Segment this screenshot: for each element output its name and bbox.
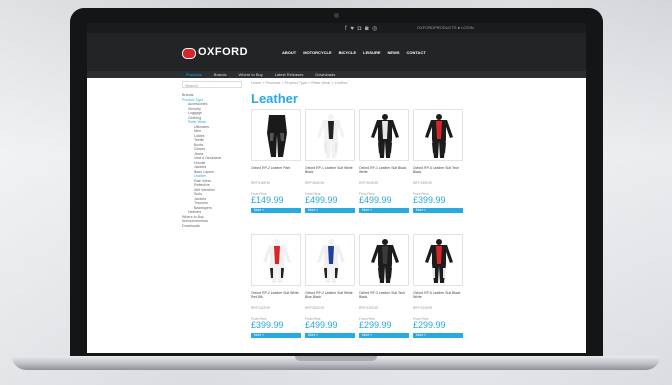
product-rrp: RRP £549.99: [305, 181, 325, 185]
product-rrp: RRP £429.99: [251, 306, 271, 310]
product-card[interactable]: Oxford RP-6 Leather Suit Black White RRP…: [413, 234, 463, 353]
breadcrumb[interactable]: Home > Products > Product Type > Rider W…: [251, 81, 581, 87]
product-card[interactable]: Oxford RP-6 Leather Suit Tech Black RRP …: [413, 109, 463, 235]
product-image[interactable]: [413, 109, 463, 161]
product-price: £399.99: [413, 195, 446, 205]
product-price: £499.99: [359, 195, 392, 205]
more-button[interactable]: More »: [251, 208, 301, 213]
nav-contact[interactable]: CONTACT: [407, 50, 426, 55]
product-name[interactable]: Oxford RP-6 Leather Suit Tech Black: [413, 166, 463, 174]
product-image[interactable]: [359, 234, 409, 286]
product-rrp: RRP £299.99: [359, 306, 379, 310]
brand-logo-text[interactable]: OXFORD: [198, 46, 248, 58]
oxford-logo-icon[interactable]: [182, 48, 196, 59]
subnav-products[interactable]: Products: [186, 72, 202, 77]
product-rrp: RRP £549.99: [305, 306, 325, 310]
nav-news[interactable]: NEWS: [388, 50, 400, 55]
product-price: £499.99: [305, 320, 338, 330]
page-title: Leather: [251, 91, 298, 106]
product-card[interactable]: Oxford RP-2 Leather Pant RRP £169.99 Fro…: [251, 109, 301, 235]
utility-links[interactable]: OXFORDPRODUCTS ● LOGIN: [417, 25, 474, 30]
product-card[interactable]: Oxford RP-1 Leather Suit White Black RRP…: [305, 109, 355, 235]
product-price: £299.99: [359, 320, 392, 330]
product-image[interactable]: [305, 234, 355, 286]
more-button[interactable]: More »: [359, 333, 409, 338]
subnav-downloads[interactable]: Downloads: [315, 72, 335, 77]
product-name[interactable]: Oxford RP-2 Leather Suit White Red Blk: [251, 291, 301, 299]
product-price: £399.99: [251, 320, 284, 330]
more-button[interactable]: More »: [413, 208, 463, 213]
product-rrp: RRP £399.99: [413, 181, 433, 185]
nav-leisure[interactable]: LEISURE: [363, 50, 380, 55]
main-navbar: OXFORD ABOUT MOTORCYCLE BICYCLE LEISURE …: [87, 33, 586, 71]
product-name[interactable]: Oxford RP-1 Leather Suit White Black: [305, 166, 355, 174]
product-card[interactable]: Oxford RP-1 Leather Suit Black White RRP…: [359, 109, 409, 235]
social-icons[interactable]: f ♥ ◘ ◙ ◎: [345, 25, 378, 32]
more-button[interactable]: More »: [413, 333, 463, 338]
product-name[interactable]: Oxford RP-3 Leather Suit Tech Black: [359, 291, 409, 299]
utility-bar: f ♥ ◘ ◙ ◎ OXFORDPRODUCTS ● LOGIN: [87, 23, 586, 33]
product-image[interactable]: [359, 109, 409, 161]
laptop-bezel: f ♥ ◘ ◙ ◎ OXFORDPRODUCTS ● LOGIN OXFORD …: [70, 8, 603, 358]
nav-bicycle[interactable]: BICYCLE: [339, 50, 357, 55]
product-card[interactable]: Oxford RP-3 Leather Suit Tech Black RRP …: [359, 234, 409, 353]
category-sidebar: Search Brands Product Type Accessories Secu…: [182, 81, 244, 228]
product-card[interactable]: Oxford RP-2 Leather Suit White Blue Blac…: [305, 234, 355, 353]
more-button[interactable]: More »: [305, 333, 355, 338]
product-name[interactable]: Oxford RP-2 Leather Suit White Blue Blac…: [305, 291, 355, 299]
sidebar-search-input[interactable]: Search: [182, 81, 242, 88]
more-button[interactable]: More »: [251, 333, 301, 338]
nav-motorcycle[interactable]: MOTORCYCLE: [303, 50, 331, 55]
more-button[interactable]: More »: [359, 208, 409, 213]
subnav-latest-releases[interactable]: Latest Releases: [275, 72, 304, 77]
nav-about[interactable]: ABOUT: [282, 50, 296, 55]
more-button[interactable]: More »: [305, 208, 355, 213]
subnav-where-to-buy[interactable]: Where to Buy: [238, 72, 262, 77]
product-image[interactable]: [251, 234, 301, 286]
product-name[interactable]: Oxford RP-1 Leather Suit Black White: [359, 166, 409, 174]
product-price: £299.99: [413, 320, 446, 330]
product-name[interactable]: Oxford RP-6 Leather Suit Black White: [413, 291, 463, 299]
subnav-brands[interactable]: Brands: [214, 72, 227, 77]
main-nav: ABOUT MOTORCYCLE BICYCLE LEISURE NEWS CO…: [282, 50, 426, 55]
laptop-notch: [295, 356, 377, 361]
product-name[interactable]: Oxford RP-2 Leather Pant: [251, 166, 301, 174]
camera-dot: [334, 13, 339, 18]
product-image[interactable]: [413, 234, 463, 286]
laptop-screen: f ♥ ◘ ◙ ◎ OXFORDPRODUCTS ● LOGIN OXFORD …: [87, 23, 586, 353]
product-price: £149.99: [251, 195, 284, 205]
product-rrp: RRP £549.99: [359, 181, 379, 185]
sub-navbar: Products Brands Where to Buy Latest Rele…: [87, 71, 586, 78]
product-card[interactable]: Oxford RP-2 Leather Suit White Red Blk R…: [251, 234, 301, 353]
category-list: Brands Product Type Accessories Security Lug…: [182, 93, 244, 228]
product-rrp: RRP £169.99: [251, 181, 271, 185]
product-rrp: RRP £349.99: [413, 306, 433, 310]
product-price: £499.99: [305, 195, 338, 205]
main-content: Home > Products > Product Type > Rider W…: [251, 81, 581, 338]
laptop-base: [12, 356, 660, 370]
product-image[interactable]: [305, 109, 355, 161]
product-image[interactable]: [251, 109, 301, 161]
sidebar-item[interactable]: Downloads: [182, 224, 244, 229]
